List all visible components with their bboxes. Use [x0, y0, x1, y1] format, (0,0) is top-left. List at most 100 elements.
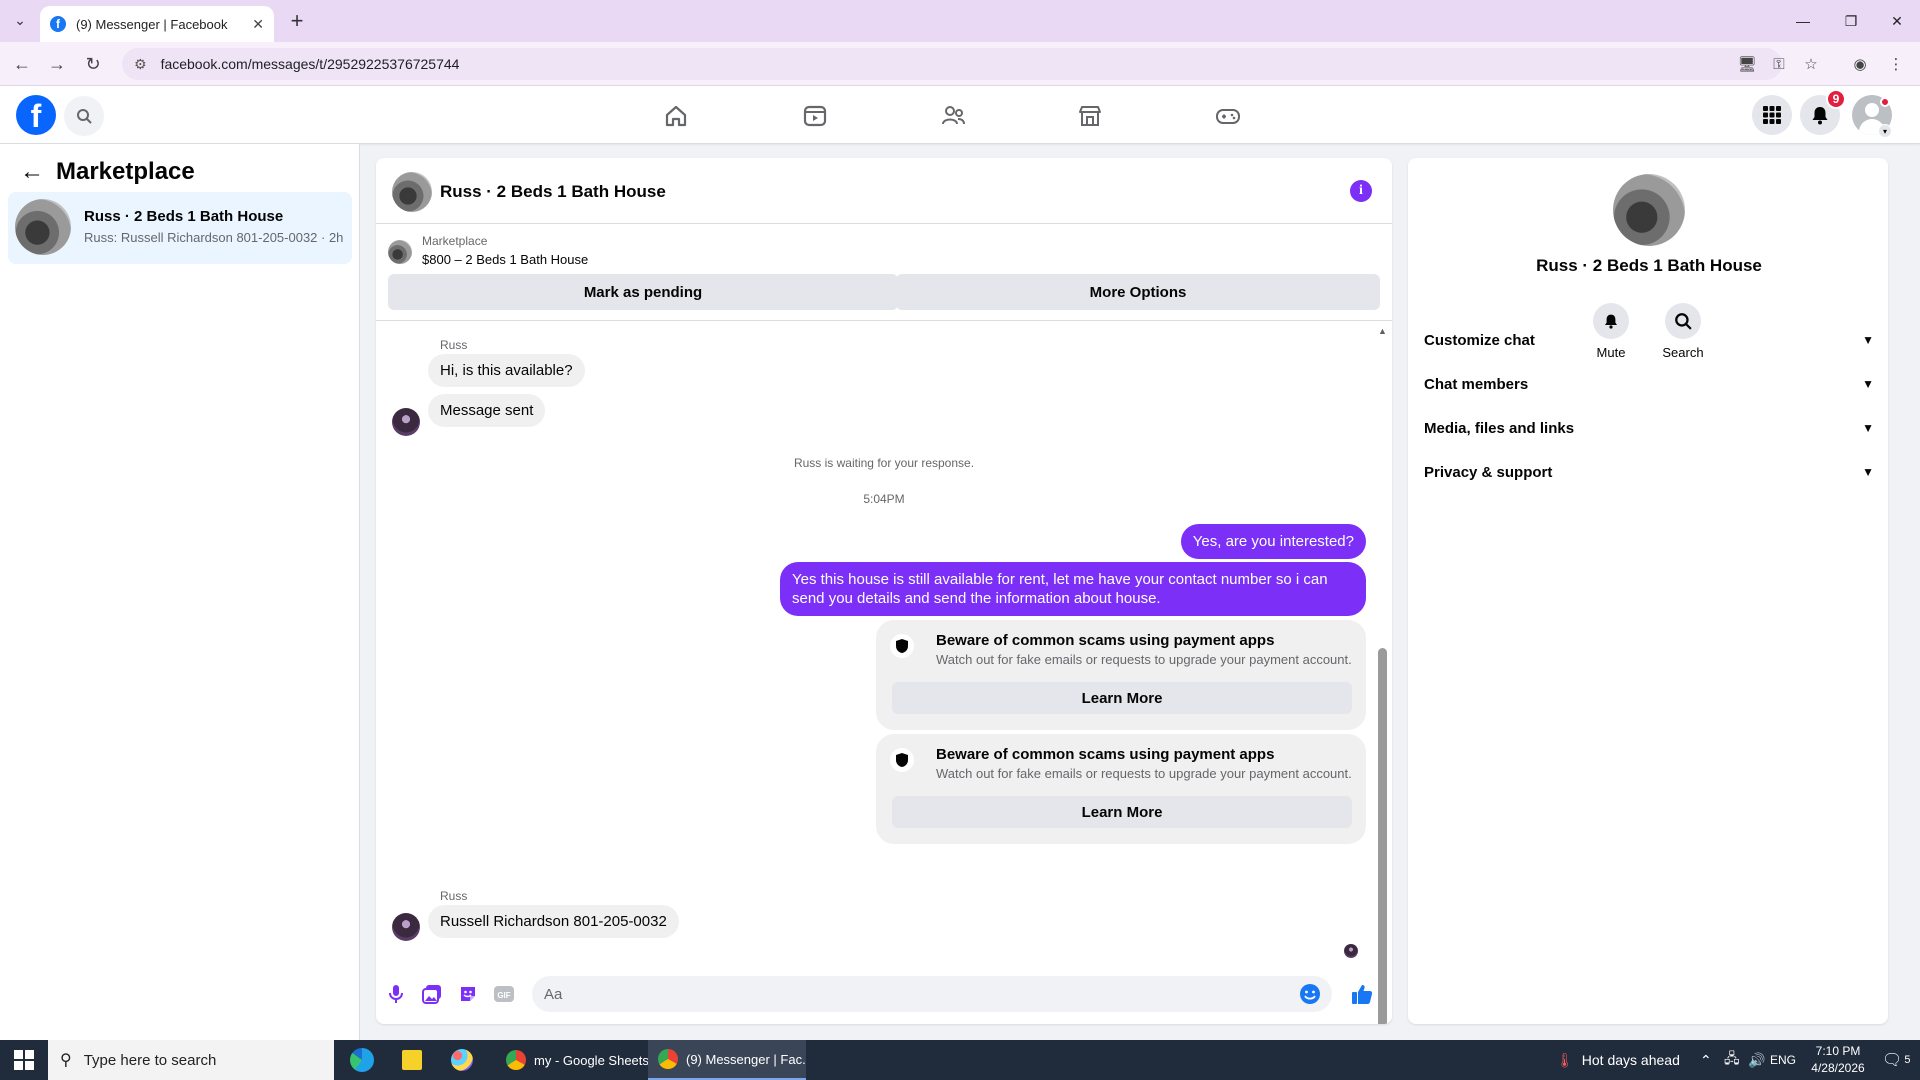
chrome-icon	[506, 1050, 526, 1070]
taskbar-google-sheets-window[interactable]: my - Google Sheets...	[496, 1040, 654, 1080]
incoming-message[interactable]: Hi, is this available?	[428, 354, 585, 387]
volume-icon[interactable]: 🔊	[1748, 1040, 1765, 1080]
video-nav-button[interactable]	[795, 96, 835, 136]
chat-avatar[interactable]	[392, 172, 432, 212]
more-options-button[interactable]: More Options	[896, 274, 1380, 310]
browser-tab-bar: ⌄ f (9) Messenger | Facebook ✕ + — ❐ ✕	[0, 0, 1920, 42]
attach-photo-button[interactable]	[420, 982, 444, 1006]
reload-button[interactable]: ↻	[79, 50, 107, 78]
privacy-support-section[interactable]: Privacy & support ▼	[1424, 452, 1874, 492]
close-window-button[interactable]: ✕	[1874, 0, 1920, 42]
network-icon[interactable]: 🖧	[1724, 1040, 1740, 1080]
home-icon	[665, 105, 687, 127]
gaming-nav-button[interactable]	[1208, 96, 1248, 136]
back-button[interactable]: ←	[8, 50, 36, 78]
message-timestamp: 5:04PM	[863, 492, 905, 506]
pane-title: Marketplace	[56, 158, 195, 185]
facebook-search-button[interactable]	[64, 96, 104, 136]
profile-icon[interactable]: ◉	[1848, 52, 1872, 76]
chat-members-section[interactable]: Chat members ▼	[1424, 364, 1874, 404]
tab-close-icon[interactable]: ✕	[252, 16, 264, 33]
taskbar-clock[interactable]: 7:10 PM 4/28/2026	[1798, 1043, 1878, 1077]
new-tab-button[interactable]: +	[284, 8, 310, 34]
site-info-icon[interactable]: ⚙	[134, 56, 147, 73]
browser-tab-messenger[interactable]: f (9) Messenger | Facebook ✕	[40, 6, 274, 42]
chat-scrollbar[interactable]: ▲ ▼	[1376, 326, 1388, 1024]
sender-avatar[interactable]	[392, 408, 420, 436]
bookmark-star-icon[interactable]: ☆	[1799, 52, 1823, 76]
account-chevron-icon[interactable]: ▾	[1878, 124, 1892, 138]
chevron-down-icon: ▼	[1862, 465, 1874, 479]
gif-button[interactable]: GIF	[492, 982, 516, 1006]
notifications-button[interactable]: 9	[1800, 89, 1846, 135]
mark-as-pending-button[interactable]: Mark as pending	[388, 274, 898, 310]
thumbs-up-icon	[1352, 985, 1373, 1004]
show-hidden-icons-chevron-icon[interactable]: ⌃	[1700, 1040, 1712, 1080]
start-button[interactable]	[0, 1040, 48, 1080]
conversation-preview: Russ: Russell Richardson 801-205-0032 · …	[84, 230, 344, 245]
facebook-header: f 9	[0, 86, 1920, 144]
chat-title[interactable]: Russ · 2 Beds 1 Bath House	[440, 182, 666, 202]
forward-button[interactable]: →	[43, 50, 71, 78]
taskbar-messenger-window[interactable]: (9) Messenger | Fac...	[648, 1040, 806, 1080]
home-nav-button[interactable]	[656, 96, 696, 136]
weather-widget[interactable]: 🌡 Hot days ahead	[1556, 1040, 1680, 1080]
address-bar[interactable]: ⚙ facebook.com/messages/t/29529225376725…	[122, 48, 1782, 80]
details-title: Russ · 2 Beds 1 Bath House	[1536, 256, 1762, 275]
action-center-button[interactable]: 🗨 5	[1882, 1040, 1910, 1080]
paint-app-icon[interactable]	[444, 1040, 480, 1080]
chevron-down-icon: ▼	[1862, 333, 1874, 347]
outgoing-message[interactable]: Yes, are you interested?	[1180, 524, 1366, 559]
scroll-up-icon[interactable]: ▲	[1378, 326, 1387, 336]
message-input[interactable]	[532, 976, 1332, 1012]
learn-more-button[interactable]: Learn More	[892, 796, 1352, 828]
restore-button[interactable]: ❐	[1828, 0, 1874, 42]
customize-chat-section[interactable]: Customize chat ▼	[1424, 320, 1874, 360]
minimize-button[interactable]: —	[1780, 0, 1826, 42]
bell-icon	[1812, 107, 1828, 125]
listing-profile-image[interactable]	[1613, 174, 1685, 246]
friends-nav-button[interactable]	[933, 96, 973, 136]
emoji-button[interactable]	[1298, 982, 1322, 1006]
window-title: my - Google Sheets...	[534, 1052, 654, 1068]
learn-more-button[interactable]: Learn More	[892, 682, 1352, 714]
media-files-links-section[interactable]: Media, files and links ▼	[1424, 408, 1874, 448]
svg-text:GIF: GIF	[497, 991, 510, 1000]
thermometer-icon: 🌡	[1556, 1051, 1574, 1068]
clock-date: 4/28/2026	[1811, 1061, 1865, 1075]
sender-name: Russ	[440, 338, 468, 352]
install-app-icon[interactable]: 🖥	[1735, 52, 1759, 76]
section-label: Chat members	[1424, 375, 1529, 393]
back-arrow-icon[interactable]: ←	[18, 158, 46, 186]
taskbar-search[interactable]: ⚲ Type here to search	[48, 1040, 334, 1080]
incoming-message[interactable]: Russell Richardson 801-205-0032	[428, 905, 679, 938]
section-label: Privacy & support	[1424, 463, 1553, 481]
edge-app-icon[interactable]	[344, 1040, 380, 1080]
gif-icon: GIF	[494, 986, 514, 1002]
sender-avatar[interactable]	[392, 913, 420, 941]
browser-menu-icon[interactable]: ⋮	[1884, 52, 1908, 76]
sticker-button[interactable]	[456, 982, 480, 1006]
windows-logo-icon	[14, 1050, 34, 1070]
windows-taskbar: ⚲ Type here to search my - Google Sheets…	[0, 1040, 1920, 1080]
conversation-item[interactable]: Russ · 2 Beds 1 Bath House Russ: Russell…	[8, 192, 352, 264]
sender-name: Russ	[440, 889, 468, 903]
menu-grid-button[interactable]	[1752, 95, 1792, 135]
scam-warning-description: Watch out for fake emails or requests to…	[936, 766, 1352, 781]
sticky-notes-app-icon[interactable]	[394, 1040, 430, 1080]
scam-warning-title: Beware of common scams using payment app…	[936, 746, 1275, 763]
sticker-icon	[461, 987, 475, 1001]
tab-search-button[interactable]: ⌄	[8, 8, 32, 32]
incoming-message[interactable]: Message sent	[428, 394, 546, 427]
outgoing-message[interactable]: Yes this house is still available for re…	[780, 562, 1366, 616]
video-icon	[803, 105, 827, 127]
divider	[376, 320, 1392, 321]
input-language[interactable]: ENG	[1770, 1040, 1796, 1080]
like-send-button[interactable]	[1350, 982, 1374, 1006]
password-key-icon[interactable]: ⚿	[1767, 52, 1791, 76]
facebook-logo-icon[interactable]: f	[16, 95, 56, 135]
marketplace-nav-button[interactable]	[1070, 96, 1110, 136]
info-icon[interactable]: i	[1350, 180, 1372, 202]
scrollbar-thumb[interactable]	[1378, 648, 1387, 1024]
microphone-button[interactable]	[384, 982, 408, 1006]
